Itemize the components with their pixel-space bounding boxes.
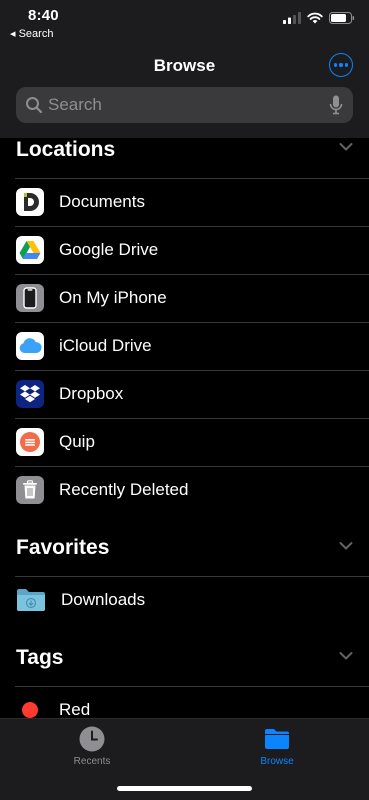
chevron-down-icon[interactable] bbox=[339, 541, 353, 551]
iphone-icon bbox=[16, 284, 44, 312]
tag-row-red[interactable]: Red bbox=[0, 686, 369, 718]
location-row-google-drive[interactable]: Google Drive bbox=[0, 226, 369, 274]
downloads-folder-icon bbox=[16, 586, 46, 614]
back-to-app-link[interactable]: ◂ Search bbox=[10, 27, 53, 40]
page-title: Browse bbox=[153, 56, 216, 75]
dropbox-icon bbox=[16, 380, 44, 408]
red-tag-icon bbox=[16, 696, 44, 718]
location-row-recently-deleted[interactable]: Recently Deleted bbox=[0, 466, 369, 514]
tag-label: Red bbox=[59, 700, 91, 718]
search-input[interactable] bbox=[44, 95, 329, 115]
location-row-icloud-drive[interactable]: iCloud Drive bbox=[0, 322, 369, 370]
location-label: Quip bbox=[59, 432, 95, 451]
tags-section-header[interactable]: Tags bbox=[0, 638, 369, 686]
status-time: 8:40 bbox=[28, 7, 59, 24]
location-label: Google Drive bbox=[59, 240, 159, 259]
tab-browse[interactable]: Browse bbox=[217, 725, 337, 767]
ellipsis-dot bbox=[334, 63, 338, 67]
tags-title: Tags bbox=[16, 646, 64, 669]
location-row-quip[interactable]: Quip bbox=[0, 418, 369, 466]
search-icon bbox=[24, 95, 44, 115]
ellipsis-dot bbox=[339, 63, 343, 67]
more-options-button[interactable] bbox=[329, 53, 353, 77]
navigation-bar: Browse bbox=[0, 44, 369, 138]
quip-icon bbox=[16, 428, 44, 456]
documents-app-icon bbox=[16, 188, 44, 216]
location-label: Recently Deleted bbox=[59, 480, 189, 499]
browse-list[interactable]: Locations Documents Google Drive On My i… bbox=[0, 138, 369, 718]
status-icons bbox=[283, 12, 355, 24]
location-label: iCloud Drive bbox=[59, 336, 152, 355]
trash-icon bbox=[16, 476, 44, 504]
location-row-dropbox[interactable]: Dropbox bbox=[0, 370, 369, 418]
favorites-title: Favorites bbox=[16, 536, 110, 559]
favorite-label: Downloads bbox=[61, 590, 146, 609]
chevron-down-icon[interactable] bbox=[339, 142, 353, 152]
location-label: Documents bbox=[59, 192, 145, 211]
location-row-documents[interactable]: Documents bbox=[0, 178, 369, 226]
locations-section-header[interactable]: Locations bbox=[0, 138, 369, 178]
favorite-row-downloads[interactable]: Downloads bbox=[0, 576, 369, 624]
ellipsis-dot bbox=[344, 63, 348, 67]
location-row-on-my-iphone[interactable]: On My iPhone bbox=[0, 274, 369, 322]
tab-label: Browse bbox=[260, 756, 294, 767]
location-label: Dropbox bbox=[59, 384, 124, 403]
favorites-section-header[interactable]: Favorites bbox=[0, 528, 369, 576]
folder-icon bbox=[265, 729, 289, 749]
status-bar: 8:40 ◂ Search bbox=[0, 0, 369, 44]
icloud-icon bbox=[16, 332, 44, 360]
wifi-icon bbox=[307, 12, 323, 24]
chevron-down-icon[interactable] bbox=[339, 651, 353, 661]
cellular-signal-icon bbox=[283, 12, 301, 24]
google-drive-icon bbox=[16, 236, 44, 264]
locations-title: Locations bbox=[16, 138, 116, 161]
tab-label: Recents bbox=[73, 756, 111, 767]
clock-icon bbox=[79, 726, 105, 752]
battery-icon bbox=[329, 12, 355, 24]
location-label: On My iPhone bbox=[59, 288, 167, 307]
home-indicator[interactable] bbox=[117, 786, 252, 791]
search-bar[interactable] bbox=[16, 87, 353, 123]
microphone-icon[interactable] bbox=[329, 95, 343, 115]
tab-recents[interactable]: Recents bbox=[32, 725, 152, 767]
